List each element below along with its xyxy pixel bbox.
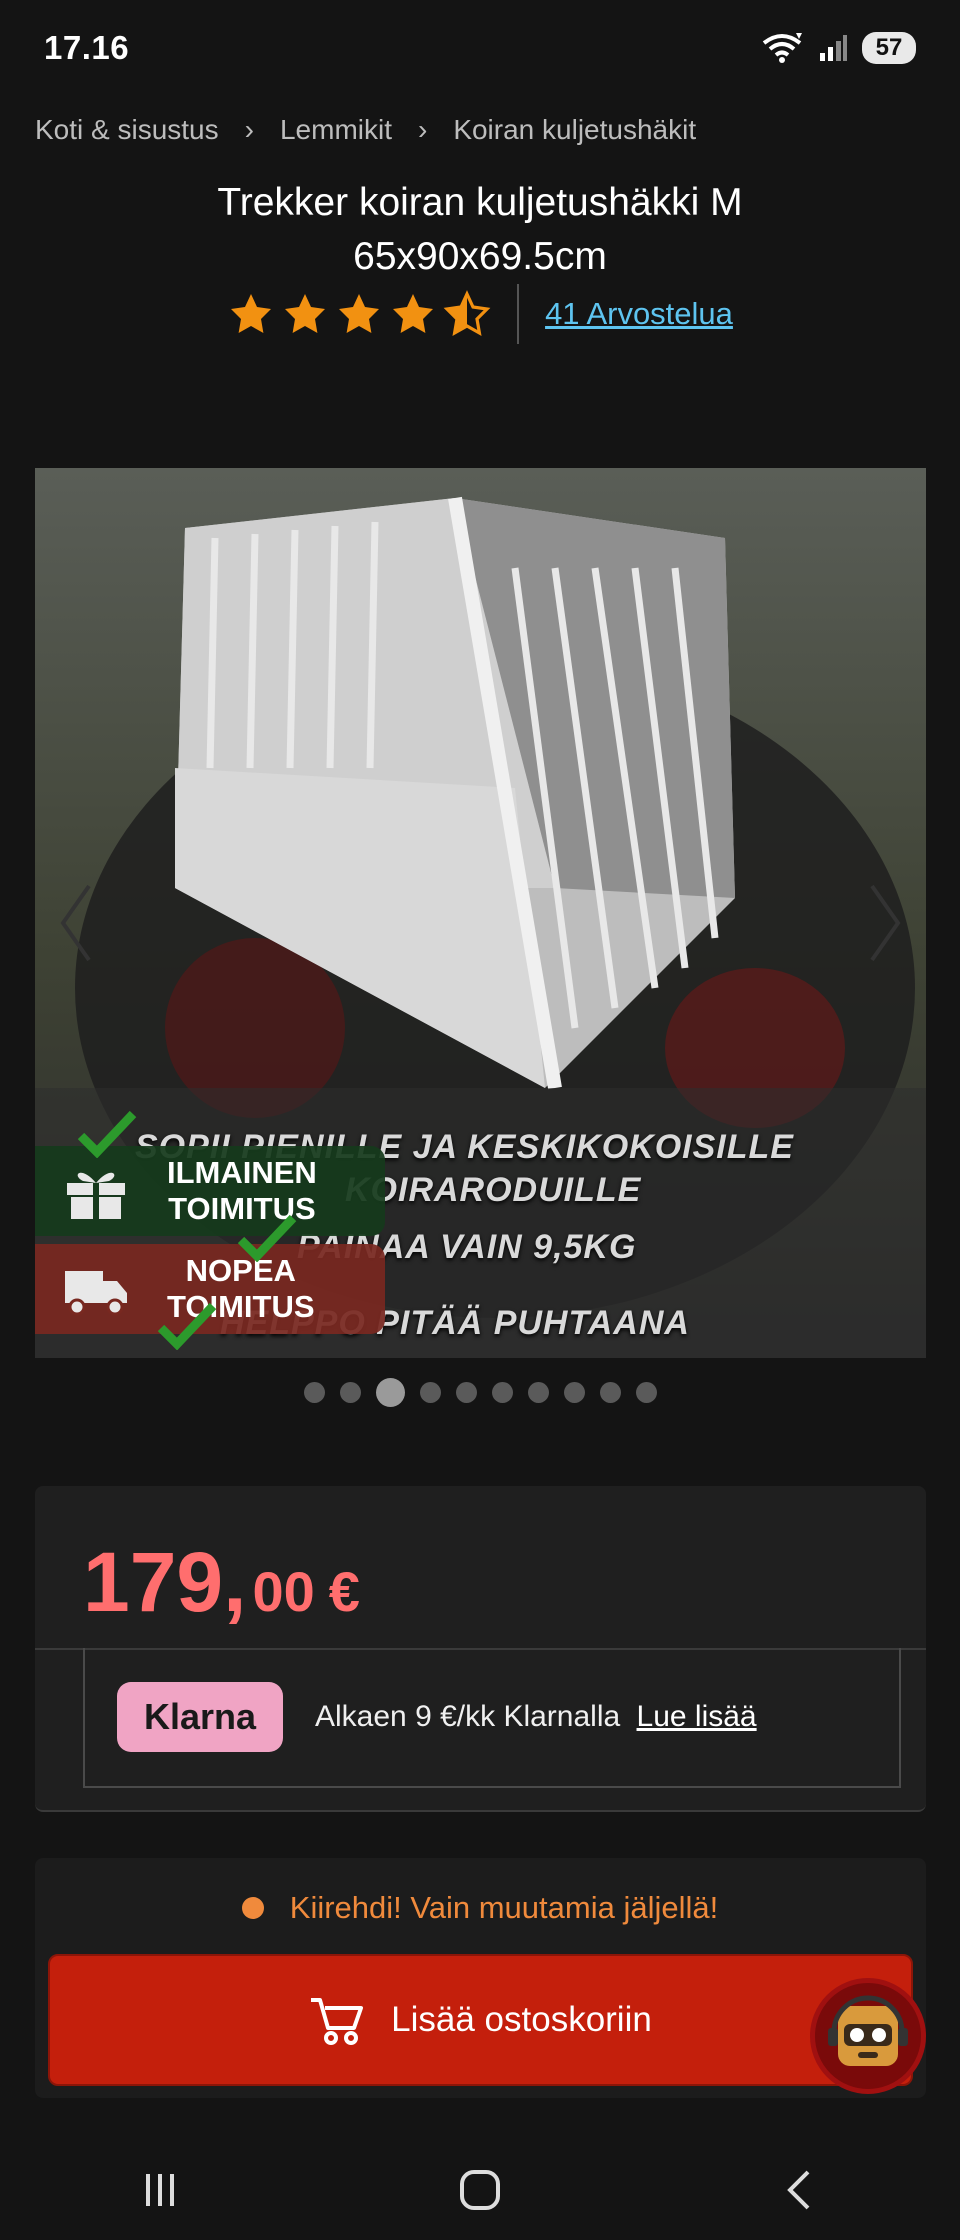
- carousel-dot[interactable]: [635, 1381, 657, 1403]
- star-icon: [285, 294, 326, 333]
- klarna-financing: Klarna Alkaen 9 €/kk Klarnalla Lue lisää: [83, 1648, 901, 1788]
- page-title: Trekker koiran kuljetushäkki M 65x90x69.…: [80, 176, 880, 284]
- stock-dot-icon: [241, 1897, 264, 1919]
- star-icon: [339, 294, 380, 333]
- system-navigation-bar: [0, 2140, 960, 2240]
- star-icon: [231, 294, 272, 333]
- price-currency: €: [328, 1560, 360, 1623]
- overlay-line: PAINAA VAIN 9,5KG: [297, 1228, 637, 1266]
- klarna-info: Alkaen 9 €/kk Klarnalla Lue lisää: [315, 1700, 757, 1734]
- carousel-dot[interactable]: [339, 1381, 361, 1403]
- klarna-text: Alkaen 9 €/kk Klarnalla: [315, 1700, 621, 1733]
- carousel-dot[interactable]: [527, 1381, 549, 1403]
- carousel-dot[interactable]: [303, 1381, 325, 1403]
- chevron-left-icon[interactable]: [49, 868, 109, 978]
- gift-icon: [67, 1172, 125, 1219]
- check-icon: [237, 1214, 297, 1262]
- star-rating: [227, 290, 491, 338]
- check-icon: [157, 1302, 217, 1350]
- recent-apps-button[interactable]: [115, 2155, 205, 2225]
- half-star-icon: [443, 290, 491, 337]
- home-icon: [460, 2170, 500, 2210]
- stock-warning: Kiirehdi! Vain muutamia jäljellä!: [0, 1886, 960, 1930]
- price-card: 179, 00 € Klarna Alkaen 9 €/kk Klarnalla…: [35, 1486, 926, 1812]
- status-icons: 57: [760, 31, 916, 65]
- carousel-dots: [0, 1376, 960, 1408]
- klarna-read-more-link[interactable]: Lue lisää: [637, 1700, 757, 1733]
- price-integer: 179,: [83, 1535, 247, 1629]
- star-icon: [393, 294, 434, 333]
- free-delivery-badge: ILMAINEN TOIMITUS: [35, 1146, 385, 1236]
- breadcrumb-home[interactable]: Koti & sisustus: [35, 114, 219, 146]
- chevron-right-icon: ›: [417, 114, 428, 145]
- chevron-right-icon: ›: [244, 114, 254, 145]
- wifi-icon: [762, 33, 802, 63]
- chat-support-button[interactable]: [810, 1978, 926, 2094]
- rating-row: 41 Arvostelua: [0, 282, 960, 346]
- carousel-dot[interactable]: [491, 1381, 513, 1403]
- add-to-cart-label: Lisää ostoskoriin: [391, 2000, 652, 2039]
- status-bar: 17.16 57: [0, 0, 960, 96]
- breadcrumb: Koti & sisustus › Lemmikit › Koiran kulj…: [35, 108, 696, 152]
- carousel-dot[interactable]: [419, 1381, 441, 1403]
- signal-icon: [820, 35, 847, 61]
- breadcrumb-pets[interactable]: Lemmikit: [280, 114, 392, 146]
- reviews-link[interactable]: 41 Arvostelua: [545, 296, 733, 332]
- price-decimals: 00: [252, 1560, 315, 1623]
- product-image-gallery[interactable]: SOPII PIENILLE JA KESKIKOKOISILLE KOIRAR…: [35, 468, 926, 1358]
- check-icon: [77, 1110, 137, 1158]
- back-icon: [787, 2170, 810, 2210]
- cart-icon: [311, 1998, 364, 2045]
- carousel-dot-active[interactable]: [375, 1377, 405, 1407]
- price: 179, 00 €: [83, 1534, 360, 1631]
- rating-divider: [517, 284, 520, 344]
- battery-icon: 57: [862, 32, 916, 64]
- overlay-line: KOIRARODUILLE: [345, 1171, 642, 1209]
- badge-line: ILMAINEN: [167, 1155, 317, 1190]
- back-button[interactable]: [755, 2155, 845, 2225]
- carousel-dot[interactable]: [455, 1381, 477, 1403]
- klarna-logo: Klarna: [117, 1682, 283, 1752]
- chevron-right-icon[interactable]: [852, 868, 912, 978]
- add-to-cart-button[interactable]: Lisää ostoskoriin: [48, 1954, 913, 2086]
- stock-message: Kiirehdi! Vain muutamia jäljellä!: [289, 1890, 719, 1925]
- status-time: 17.16: [44, 29, 130, 66]
- home-button[interactable]: [435, 2155, 525, 2225]
- breadcrumb-dog-crates[interactable]: Koiran kuljetushäkit: [453, 114, 696, 146]
- carousel-dot[interactable]: [599, 1381, 621, 1403]
- title-line-2: 65x90x69.5cm: [353, 235, 607, 278]
- support-robot-icon: [828, 1995, 908, 2066]
- recent-apps-icon: [146, 2174, 174, 2206]
- title-line-1: Trekker koiran kuljetushäkki M: [217, 181, 743, 224]
- truck-icon: [65, 1271, 127, 1316]
- carousel-dot[interactable]: [563, 1381, 585, 1403]
